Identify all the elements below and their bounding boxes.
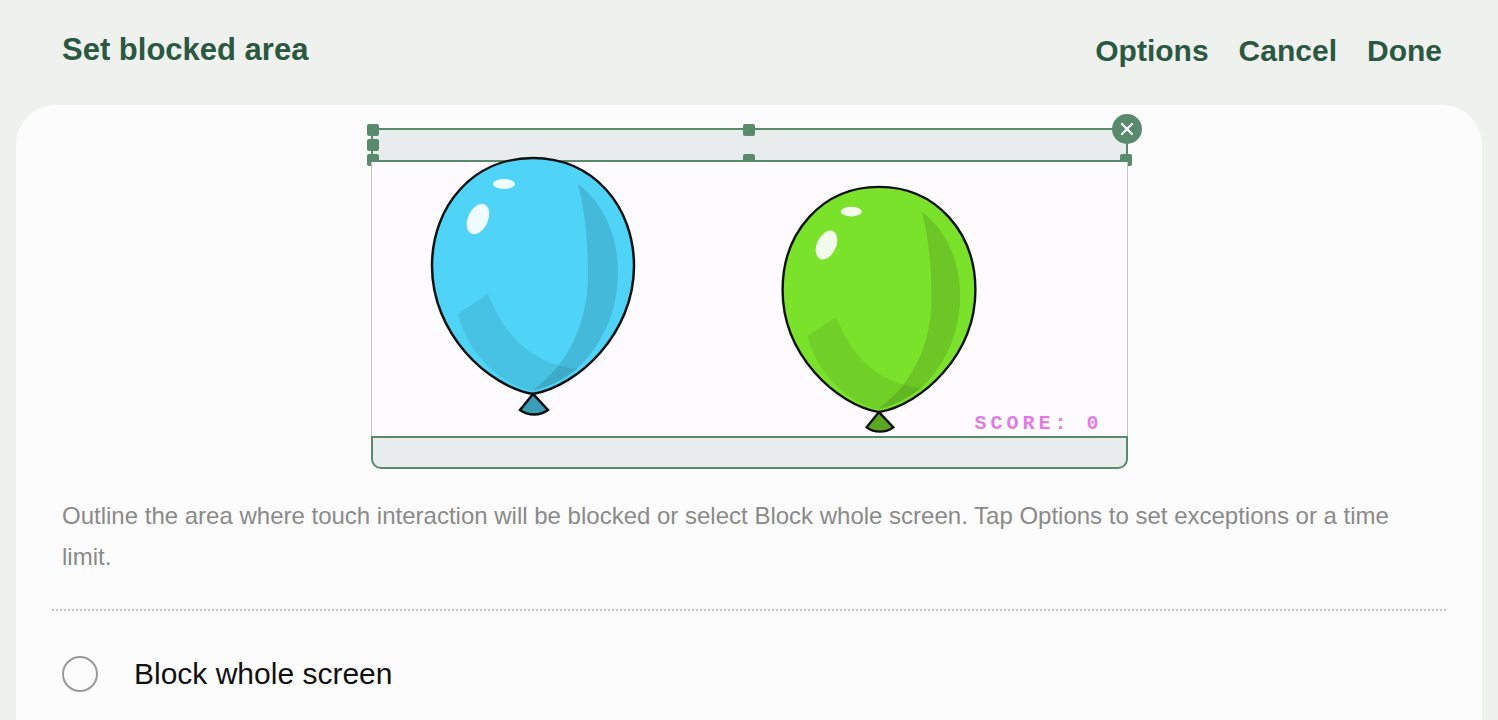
resize-handle[interactable] [367,124,379,136]
balloon[interactable] [428,154,638,418]
balloon-icon [428,154,638,418]
title: Set blocked area [62,27,308,74]
description: Outline the area where touch interaction… [16,469,1482,577]
blocked-area[interactable] [371,436,1128,469]
close-icon [1120,122,1134,136]
game-area: SCORE: 0 [371,162,1128,436]
header-action-button[interactable]: Options [1095,28,1208,73]
remove-area-button[interactable] [1112,114,1142,144]
header-action-button[interactable]: Cancel [1239,28,1337,73]
header-action-button[interactable]: Done [1367,28,1442,73]
divider [52,609,1446,611]
balloon-icon [774,183,984,435]
option-row[interactable]: Block whole screen [16,611,1482,696]
resize-handle[interactable] [367,139,379,151]
content-card: SCORE: 0 Outline the area where touch int… [16,105,1482,720]
blocked-area[interactable] [371,128,1128,162]
header-actions: Options Cancel Done [1095,28,1442,73]
screen: Set blocked area Options Cancel Done SCORE: … [0,0,1498,720]
score: SCORE: 0 [974,414,1102,434]
radio-button[interactable] [62,656,98,692]
app-preview: SCORE: 0 [371,128,1128,469]
balloon[interactable] [774,183,984,435]
resize-handle[interactable] [743,124,755,136]
option-label: Block whole screen [134,651,392,696]
header: Set blocked area Options Cancel Done [0,0,1498,105]
